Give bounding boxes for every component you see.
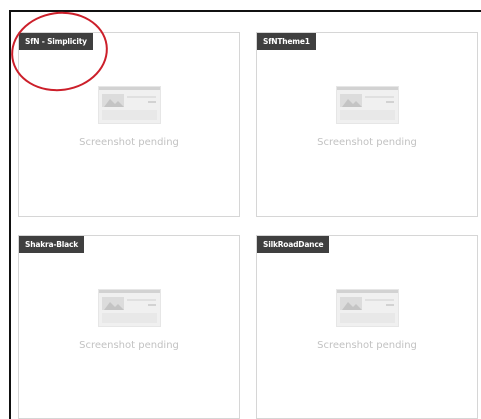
screenshot-pending-text: Screenshot pending <box>317 137 417 148</box>
page-border-top <box>9 10 481 12</box>
screenshot-pending-text: Screenshot pending <box>79 340 179 351</box>
theme-card-sfn-simplicity[interactable]: SfN - Simplicity Screenshot pending <box>18 32 240 217</box>
theme-name-label: SfN - Simplicity <box>19 33 93 50</box>
theme-name-label: Shakra-Black <box>19 236 85 253</box>
page-border-left <box>9 10 11 419</box>
screenshot-pending-text: Screenshot pending <box>79 137 179 148</box>
theme-card-sfntheme1[interactable]: SfNTheme1 Screenshot pending <box>256 32 478 217</box>
theme-name-label: SfNTheme1 <box>257 33 316 50</box>
theme-card-shakra-black[interactable]: Shakra-Black Screenshot pending <box>18 235 240 419</box>
screenshot-placeholder-icon <box>337 290 398 326</box>
theme-card-silkroaddance[interactable]: SilkRoadDance Screenshot pending <box>256 235 478 419</box>
theme-name-label: SilkRoadDance <box>257 236 330 253</box>
screenshot-pending-text: Screenshot pending <box>317 340 417 351</box>
screenshot-placeholder-icon <box>99 290 160 326</box>
screenshot-placeholder-icon <box>99 87 160 123</box>
screenshot-placeholder-icon <box>337 87 398 123</box>
